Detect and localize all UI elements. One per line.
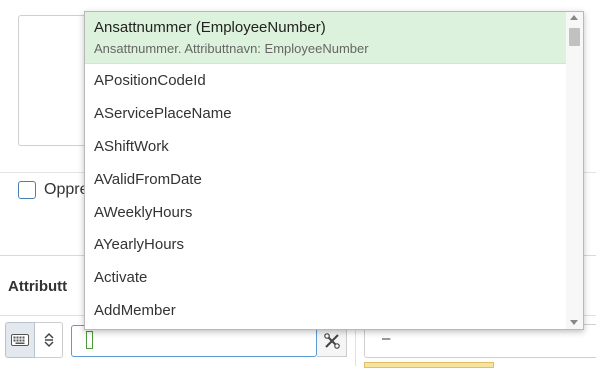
- selected-item-subtitle: Ansattnummer. Attributtnavn: EmployeeNum…: [94, 41, 369, 56]
- dropdown-item[interactable]: AServicePlaceName: [85, 97, 566, 130]
- scroll-up-arrow-icon[interactable]: [570, 15, 578, 20]
- scroll-down-arrow-icon[interactable]: [570, 320, 578, 325]
- keyboard-mode-button[interactable]: [5, 322, 35, 358]
- attribute-label: Attributt: [8, 278, 68, 295]
- dropdown-item[interactable]: Activate: [85, 261, 566, 294]
- text-cursor: [86, 331, 93, 349]
- sort-updown-icon: [43, 332, 54, 348]
- dropdown-item[interactable]: APositionCodeId: [85, 64, 566, 97]
- clear-filter-icon: [323, 333, 340, 349]
- keyboard-icon: [11, 334, 29, 346]
- warning-strip: [364, 362, 494, 368]
- attribute-dropdown: Ansattnummer (EmployeeNumber) Ansattnumm…: [84, 11, 584, 330]
- dropdown-item[interactable]: AYearlyHours: [85, 228, 566, 261]
- selected-item-title: Ansattnummer (EmployeeNumber): [94, 19, 326, 36]
- checkbox-label: Oppre: [44, 181, 89, 198]
- dropdown-scrollbar[interactable]: [566, 12, 583, 329]
- scrollbar-thumb[interactable]: [569, 28, 580, 46]
- dropdown-item[interactable]: AWeeklyHours: [85, 196, 566, 229]
- sort-button[interactable]: [35, 322, 63, 358]
- oppre-checkbox[interactable]: [18, 181, 36, 199]
- dropdown-item[interactable]: AValidFromDate: [85, 163, 566, 196]
- dropdown-list: Ansattnummer (EmployeeNumber) Ansattnumm…: [85, 12, 566, 327]
- dropdown-item[interactable]: AddMember: [85, 294, 566, 327]
- dropdown-item[interactable]: AShiftWork: [85, 130, 566, 163]
- value-text: –: [382, 330, 391, 347]
- dropdown-item-selected[interactable]: Ansattnummer (EmployeeNumber) Ansattnumm…: [85, 12, 566, 64]
